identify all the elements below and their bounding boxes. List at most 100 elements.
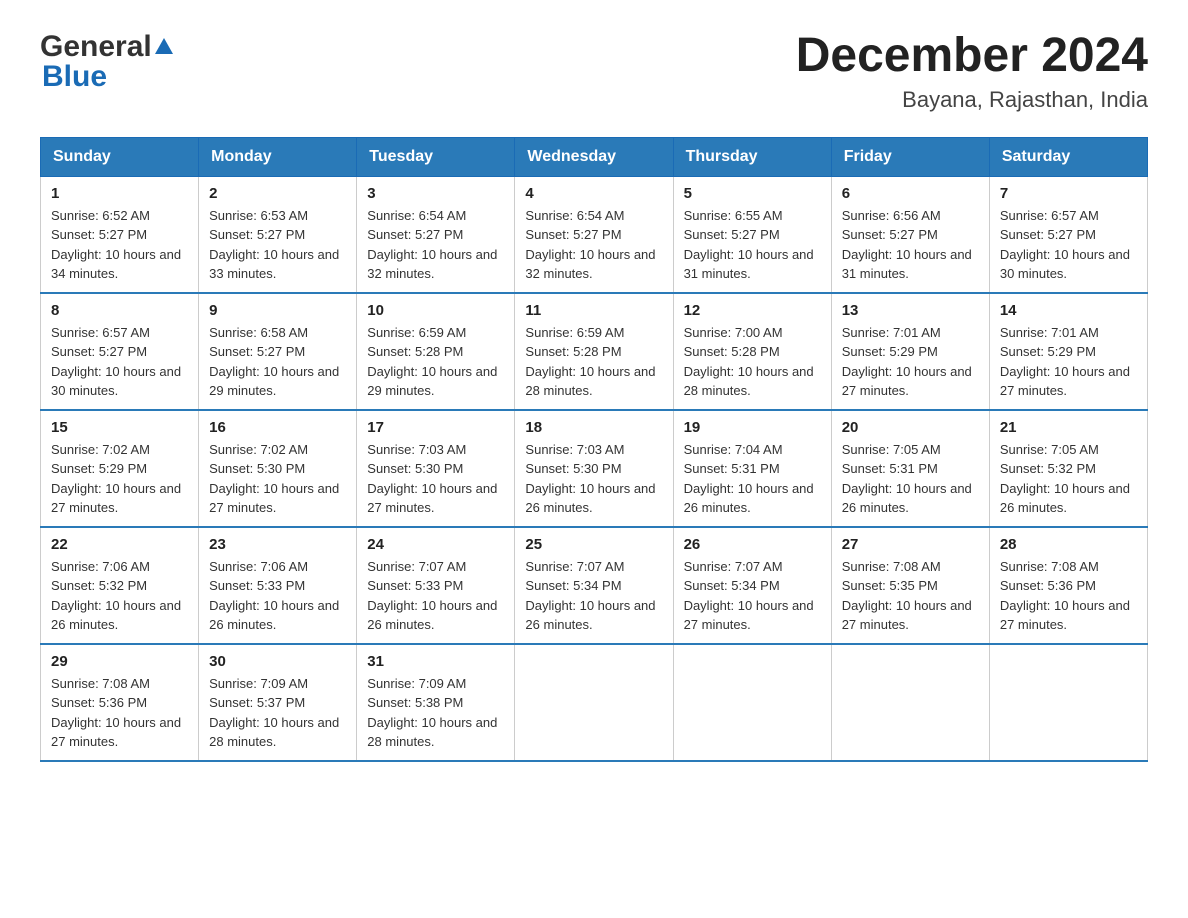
daylight-label: Daylight: 10 hours and 27 minutes. [367,481,497,516]
calendar-week-2: 8 Sunrise: 6:57 AM Sunset: 5:27 PM Dayli… [41,293,1148,410]
day-number: 15 [51,419,188,436]
day-number: 10 [367,302,504,319]
calendar-cell: 14 Sunrise: 7:01 AM Sunset: 5:29 PM Dayl… [989,293,1147,410]
day-info: Sunrise: 7:01 AM Sunset: 5:29 PM Dayligh… [1000,323,1137,401]
day-info: Sunrise: 6:57 AM Sunset: 5:27 PM Dayligh… [1000,206,1137,284]
calendar-cell [515,644,673,761]
sunrise-label: Sunrise: 7:06 AM [51,559,150,574]
calendar-cell: 31 Sunrise: 7:09 AM Sunset: 5:38 PM Dayl… [357,644,515,761]
sunset-label: Sunset: 5:32 PM [51,578,147,593]
day-info: Sunrise: 7:00 AM Sunset: 5:28 PM Dayligh… [684,323,821,401]
day-info: Sunrise: 7:07 AM Sunset: 5:33 PM Dayligh… [367,557,504,635]
calendar-cell: 9 Sunrise: 6:58 AM Sunset: 5:27 PM Dayli… [199,293,357,410]
day-number: 17 [367,419,504,436]
calendar-cell: 16 Sunrise: 7:02 AM Sunset: 5:30 PM Dayl… [199,410,357,527]
sunset-label: Sunset: 5:27 PM [1000,227,1096,242]
daylight-label: Daylight: 10 hours and 26 minutes. [367,598,497,633]
sunrise-label: Sunrise: 6:57 AM [51,325,150,340]
day-number: 25 [525,536,662,553]
daylight-label: Daylight: 10 hours and 26 minutes. [209,598,339,633]
calendar-cell [831,644,989,761]
sunrise-label: Sunrise: 7:07 AM [367,559,466,574]
sunrise-label: Sunrise: 7:06 AM [209,559,308,574]
sunset-label: Sunset: 5:33 PM [367,578,463,593]
sunrise-label: Sunrise: 7:09 AM [209,676,308,691]
day-info: Sunrise: 6:57 AM Sunset: 5:27 PM Dayligh… [51,323,188,401]
day-info: Sunrise: 7:02 AM Sunset: 5:29 PM Dayligh… [51,440,188,518]
day-info: Sunrise: 6:59 AM Sunset: 5:28 PM Dayligh… [525,323,662,401]
day-number: 31 [367,653,504,670]
day-info: Sunrise: 7:08 AM Sunset: 5:36 PM Dayligh… [51,674,188,752]
daylight-label: Daylight: 10 hours and 31 minutes. [842,247,972,282]
logo-triangle-icon [155,38,173,54]
sunrise-label: Sunrise: 7:05 AM [1000,442,1099,457]
sunrise-label: Sunrise: 7:08 AM [51,676,150,691]
day-info: Sunrise: 7:06 AM Sunset: 5:32 PM Dayligh… [51,557,188,635]
day-info: Sunrise: 7:07 AM Sunset: 5:34 PM Dayligh… [684,557,821,635]
sunset-label: Sunset: 5:34 PM [684,578,780,593]
sunrise-label: Sunrise: 7:05 AM [842,442,941,457]
calendar-cell: 30 Sunrise: 7:09 AM Sunset: 5:37 PM Dayl… [199,644,357,761]
logo: General Blue [40,30,173,94]
calendar-cell: 23 Sunrise: 7:06 AM Sunset: 5:33 PM Dayl… [199,527,357,644]
daylight-label: Daylight: 10 hours and 26 minutes. [51,598,181,633]
calendar-cell: 26 Sunrise: 7:07 AM Sunset: 5:34 PM Dayl… [673,527,831,644]
calendar-header: SundayMondayTuesdayWednesdayThursdayFrid… [41,137,1148,176]
calendar-cell: 12 Sunrise: 7:00 AM Sunset: 5:28 PM Dayl… [673,293,831,410]
daylight-label: Daylight: 10 hours and 28 minutes. [525,364,655,399]
sunset-label: Sunset: 5:31 PM [684,461,780,476]
day-info: Sunrise: 7:09 AM Sunset: 5:38 PM Dayligh… [367,674,504,752]
sunset-label: Sunset: 5:36 PM [51,695,147,710]
sunset-label: Sunset: 5:27 PM [367,227,463,242]
logo-general-text: General [40,30,152,64]
calendar-cell: 8 Sunrise: 6:57 AM Sunset: 5:27 PM Dayli… [41,293,199,410]
sunset-label: Sunset: 5:27 PM [51,227,147,242]
sunrise-label: Sunrise: 7:02 AM [51,442,150,457]
day-header-monday: Monday [199,137,357,176]
sunset-label: Sunset: 5:27 PM [684,227,780,242]
daylight-label: Daylight: 10 hours and 30 minutes. [1000,247,1130,282]
daylight-label: Daylight: 10 hours and 28 minutes. [367,715,497,750]
calendar-cell: 25 Sunrise: 7:07 AM Sunset: 5:34 PM Dayl… [515,527,673,644]
sunset-label: Sunset: 5:28 PM [684,344,780,359]
day-info: Sunrise: 7:02 AM Sunset: 5:30 PM Dayligh… [209,440,346,518]
sunrise-label: Sunrise: 7:03 AM [367,442,466,457]
day-number: 5 [684,185,821,202]
sunset-label: Sunset: 5:33 PM [209,578,305,593]
day-info: Sunrise: 6:56 AM Sunset: 5:27 PM Dayligh… [842,206,979,284]
daylight-label: Daylight: 10 hours and 27 minutes. [51,481,181,516]
day-info: Sunrise: 7:07 AM Sunset: 5:34 PM Dayligh… [525,557,662,635]
sunrise-label: Sunrise: 6:54 AM [525,208,624,223]
sunrise-label: Sunrise: 7:08 AM [1000,559,1099,574]
calendar-cell: 6 Sunrise: 6:56 AM Sunset: 5:27 PM Dayli… [831,176,989,293]
day-info: Sunrise: 7:08 AM Sunset: 5:35 PM Dayligh… [842,557,979,635]
daylight-label: Daylight: 10 hours and 27 minutes. [842,598,972,633]
day-header-friday: Friday [831,137,989,176]
day-number: 16 [209,419,346,436]
sunrise-label: Sunrise: 7:02 AM [209,442,308,457]
day-info: Sunrise: 6:58 AM Sunset: 5:27 PM Dayligh… [209,323,346,401]
daylight-label: Daylight: 10 hours and 28 minutes. [209,715,339,750]
daylight-label: Daylight: 10 hours and 26 minutes. [525,481,655,516]
day-info: Sunrise: 7:08 AM Sunset: 5:36 PM Dayligh… [1000,557,1137,635]
calendar-week-1: 1 Sunrise: 6:52 AM Sunset: 5:27 PM Dayli… [41,176,1148,293]
sunset-label: Sunset: 5:36 PM [1000,578,1096,593]
sunset-label: Sunset: 5:28 PM [525,344,621,359]
day-info: Sunrise: 6:54 AM Sunset: 5:27 PM Dayligh… [367,206,504,284]
day-info: Sunrise: 7:09 AM Sunset: 5:37 PM Dayligh… [209,674,346,752]
calendar-cell: 17 Sunrise: 7:03 AM Sunset: 5:30 PM Dayl… [357,410,515,527]
sunrise-label: Sunrise: 7:01 AM [842,325,941,340]
daylight-label: Daylight: 10 hours and 29 minutes. [367,364,497,399]
sunrise-label: Sunrise: 6:52 AM [51,208,150,223]
sunrise-label: Sunrise: 6:53 AM [209,208,308,223]
day-info: Sunrise: 6:55 AM Sunset: 5:27 PM Dayligh… [684,206,821,284]
day-number: 19 [684,419,821,436]
sunrise-label: Sunrise: 6:56 AM [842,208,941,223]
day-number: 9 [209,302,346,319]
day-header-thursday: Thursday [673,137,831,176]
day-number: 1 [51,185,188,202]
sunrise-label: Sunrise: 6:58 AM [209,325,308,340]
daylight-label: Daylight: 10 hours and 31 minutes. [684,247,814,282]
daylight-label: Daylight: 10 hours and 29 minutes. [209,364,339,399]
sunset-label: Sunset: 5:30 PM [209,461,305,476]
